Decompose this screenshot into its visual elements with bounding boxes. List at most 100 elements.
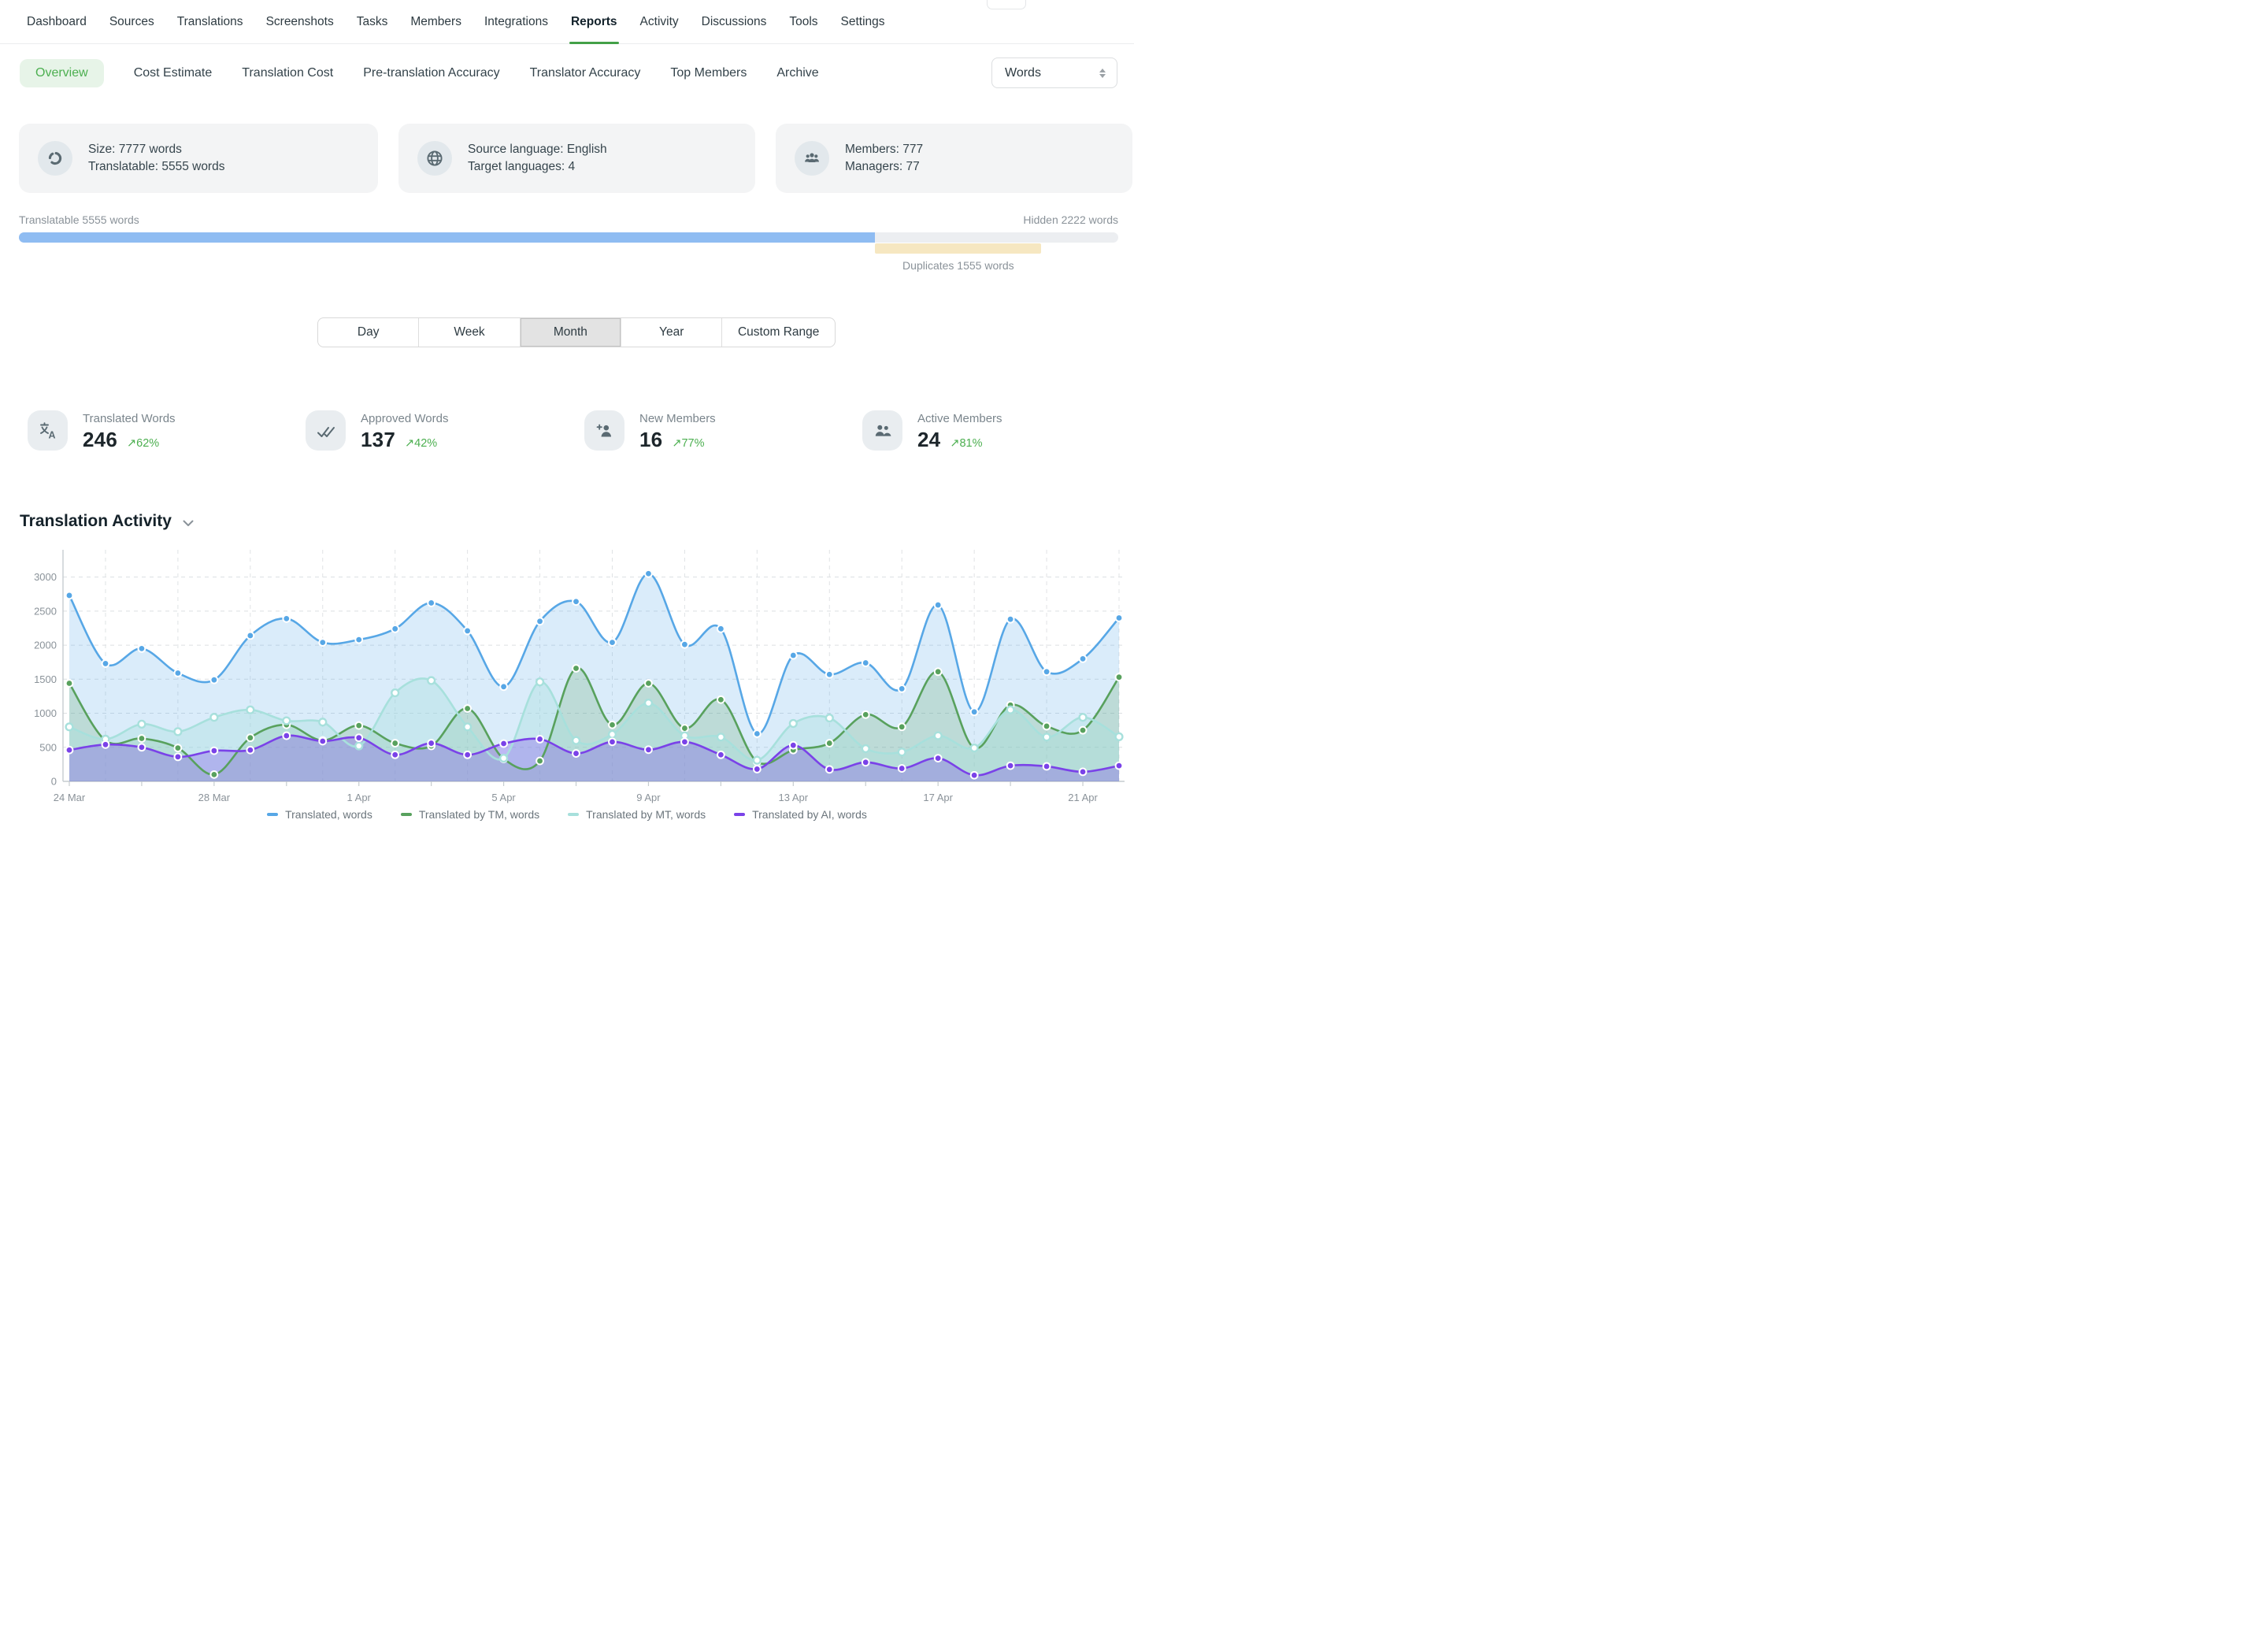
info-line: Source language: English: [468, 141, 607, 158]
stat-value: 24: [917, 428, 940, 452]
stat-active-members: Active Members 24 ↗81%: [862, 410, 1002, 452]
nav-item-members[interactable]: Members: [410, 0, 461, 44]
info-line: Translatable: 5555 words: [88, 158, 224, 176]
stat-approved-words: Approved Words 137 ↗42%: [306, 410, 448, 452]
stat-value: 246: [83, 428, 117, 452]
nav-item-tasks[interactable]: Tasks: [357, 0, 388, 44]
range-tab-year[interactable]: Year: [621, 318, 721, 347]
info-line: Members: 777: [845, 141, 923, 158]
words-progress-bar: [19, 232, 1118, 243]
legend-item-translated-by-mt-words[interactable]: Translated by MT, words: [568, 808, 706, 821]
info-line: Managers: 77: [845, 158, 923, 176]
info-line: Target languages: 4: [468, 158, 607, 176]
svg-text:21 Apr: 21 Apr: [1068, 792, 1098, 803]
legend-item-translated-words[interactable]: Translated, words: [267, 808, 372, 821]
stat-translated-words: A Translated Words 246 ↗62%: [28, 410, 176, 452]
globe-icon: [417, 141, 452, 176]
stat-label: Approved Words: [361, 412, 448, 425]
nav-item-settings[interactable]: Settings: [841, 0, 885, 44]
svg-text:13 Apr: 13 Apr: [779, 792, 809, 803]
reports-overview-page: Dashboard Sources Translations Screenshots T…: [0, 0, 1134, 824]
duplicates-bar-segment: [875, 243, 1041, 254]
svg-text:A: A: [48, 429, 55, 440]
date-range-tabs: DayWeekMonthYearCustom Range: [317, 317, 836, 347]
svg-text:24 Mar: 24 Mar: [54, 792, 86, 803]
subnav-tab-cost-estimate[interactable]: Cost Estimate: [134, 66, 213, 80]
info-card-source-language: Source language: EnglishTarget languages…: [398, 124, 755, 193]
range-tab-week[interactable]: Week: [418, 318, 519, 347]
legend-swatch: [734, 813, 745, 816]
info-card-members: Members: 777Managers: 77: [776, 124, 1132, 193]
svg-text:1000: 1000: [34, 707, 57, 719]
nav-item-tools[interactable]: Tools: [789, 0, 817, 44]
range-tab-month[interactable]: Month: [520, 318, 621, 347]
svg-text:17 Apr: 17 Apr: [923, 792, 953, 803]
svg-text:2000: 2000: [34, 640, 57, 651]
nav-item-discussions[interactable]: Discussions: [702, 0, 767, 44]
range-tab-custom-range[interactable]: Custom Range: [721, 318, 835, 347]
unit-selector-value: Words: [1005, 66, 1099, 80]
legend-label: Translated by TM, words: [419, 808, 539, 821]
nav-item-sources[interactable]: Sources: [109, 0, 154, 44]
stat-label: New Members: [639, 412, 716, 425]
nav-item-activity[interactable]: Activity: [640, 0, 679, 44]
info-card-size: Size: 7777 wordsTranslatable: 5555 words: [19, 124, 378, 193]
stat-new-members: New Members 16 ↗77%: [584, 410, 716, 452]
stat-change: ↗42%: [405, 437, 437, 450]
stat-change: ↗62%: [127, 437, 159, 450]
subnav-tab-archive[interactable]: Archive: [776, 66, 818, 80]
subnav-tab-pre-translation-accuracy[interactable]: Pre-translation Accuracy: [363, 66, 499, 80]
subnav-tab-translation-cost[interactable]: Translation Cost: [242, 66, 333, 80]
translatable-bar-segment: [19, 232, 875, 243]
translate-icon: A: [28, 410, 68, 451]
legend-label: Translated by MT, words: [586, 808, 706, 821]
nav-item-screenshots[interactable]: Screenshots: [266, 0, 334, 44]
legend-label: Translated by AI, words: [752, 808, 867, 821]
svg-text:500: 500: [39, 741, 57, 753]
nav-item-translations[interactable]: Translations: [177, 0, 243, 44]
stat-label: Translated Words: [83, 412, 176, 425]
person-add-icon: [584, 410, 624, 451]
info-line: Size: 7777 words: [88, 141, 224, 158]
reports-sub-nav: Overview Cost Estimate Translation Cost Pre…: [20, 57, 819, 88]
svg-text:5 Apr: 5 Apr: [491, 792, 516, 803]
svg-text:9 Apr: 9 Apr: [636, 792, 661, 803]
chevron-down-icon[interactable]: [183, 517, 194, 527]
svg-text:3000: 3000: [34, 571, 57, 583]
translation-activity-chart[interactable]: 05001000150020002500300024 Mar28 Mar1 Ap…: [0, 543, 1134, 808]
donut-icon: [38, 141, 72, 176]
legend-swatch: [267, 813, 278, 816]
translatable-label: Translatable 5555 words: [19, 213, 139, 226]
hidden-label: Hidden 2222 words: [1023, 213, 1118, 226]
section-title: Translation Activity: [20, 512, 172, 531]
nav-divider: [0, 43, 1134, 45]
svg-text:2500: 2500: [34, 605, 57, 617]
stat-value: 16: [639, 428, 662, 452]
stat-value: 137: [361, 428, 395, 452]
subnav-tab-top-members[interactable]: Top Members: [670, 66, 747, 80]
svg-text:1 Apr: 1 Apr: [347, 792, 372, 803]
duplicates-label: Duplicates 1555 words: [840, 259, 1077, 272]
subnav-tab-overview[interactable]: Overview: [20, 59, 104, 87]
stat-change: ↗81%: [950, 437, 982, 450]
chart-legend: Translated, words Translated by TM, words…: [0, 808, 1134, 821]
legend-swatch: [568, 813, 579, 816]
legend-swatch: [401, 813, 412, 816]
stat-change: ↗77%: [672, 437, 704, 450]
members-group-icon: [795, 141, 829, 176]
svg-text:0: 0: [51, 776, 57, 788]
legend-label: Translated, words: [285, 808, 372, 821]
two-people-icon: [862, 410, 902, 451]
subnav-tab-translator-accuracy[interactable]: Translator Accuracy: [530, 66, 641, 80]
legend-item-translated-by-tm-words[interactable]: Translated by TM, words: [401, 808, 539, 821]
range-tab-day[interactable]: Day: [318, 318, 418, 347]
double-check-icon: [306, 410, 346, 451]
nav-item-reports[interactable]: Reports: [571, 0, 617, 44]
stat-label: Active Members: [917, 412, 1002, 425]
nav-item-dashboard[interactable]: Dashboard: [27, 0, 87, 44]
nav-item-integrations[interactable]: Integrations: [484, 0, 548, 44]
unit-selector[interactable]: Words: [991, 57, 1117, 88]
svg-text:28 Mar: 28 Mar: [198, 792, 231, 803]
legend-item-translated-by-ai-words[interactable]: Translated by AI, words: [734, 808, 867, 821]
select-arrows-icon: [1099, 69, 1106, 78]
